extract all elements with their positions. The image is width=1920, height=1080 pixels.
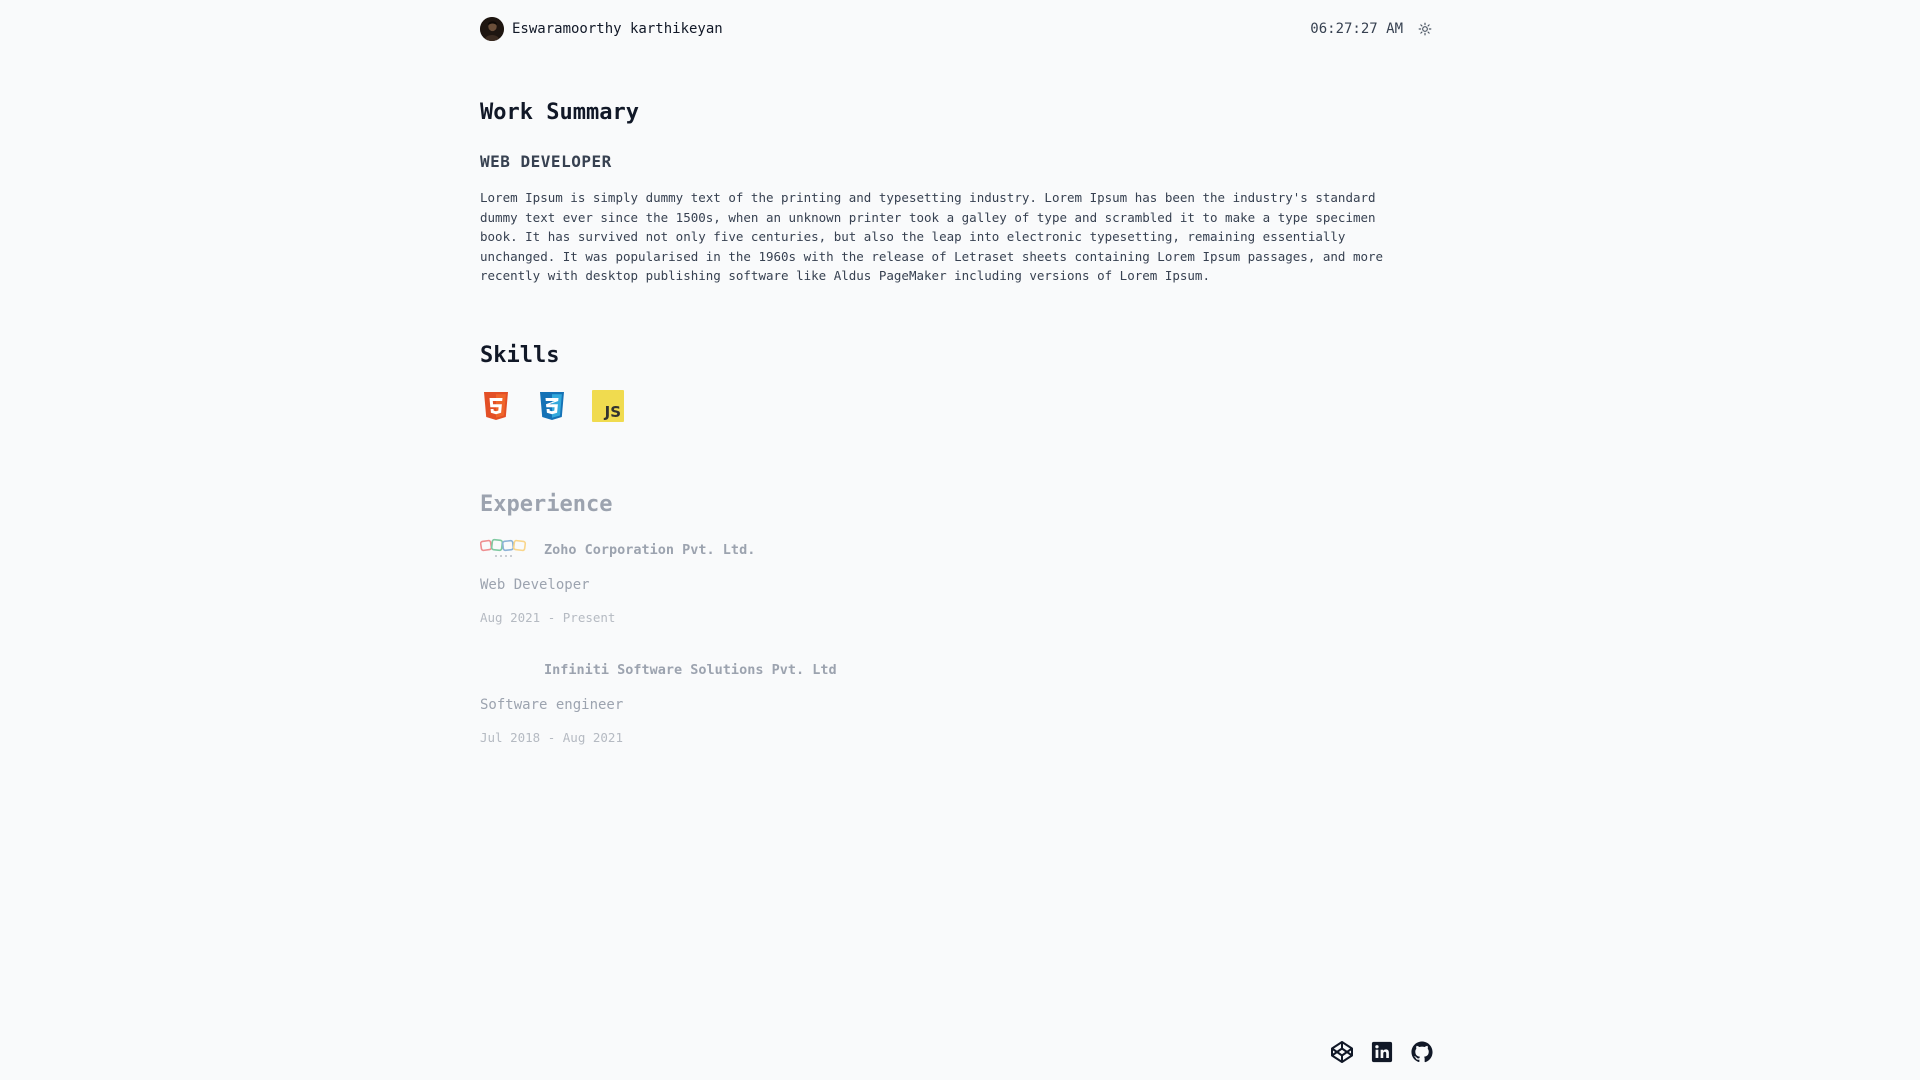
linkedin-icon — [1371, 1041, 1393, 1063]
home-link[interactable]: Eswaramoorthy karthikeyan — [480, 17, 723, 41]
html5-icon — [484, 392, 508, 420]
linkedin-link[interactable] — [1370, 1040, 1394, 1064]
skills-list: JS — [480, 390, 624, 422]
job-period: Aug 2021 - Present — [480, 610, 616, 625]
experience-heading: Experience — [480, 492, 613, 517]
zoho-logo — [480, 538, 527, 557]
company-name: Infiniti Software Solutions Pvt. Ltd — [544, 662, 837, 678]
skills-heading: Skills — [480, 343, 560, 368]
codepen-icon — [1331, 1041, 1353, 1063]
company-row-zoho: Zoho Corporation Pvt. Ltd. — [480, 538, 755, 562]
job-role: Software engineer — [480, 697, 624, 713]
avatar — [480, 17, 504, 41]
company-name: Zoho Corporation Pvt. Ltd. — [544, 542, 756, 558]
social-footer — [1330, 1040, 1434, 1064]
theme-toggle-button[interactable] — [1415, 19, 1435, 39]
codepen-link[interactable] — [1330, 1040, 1354, 1064]
github-link[interactable] — [1410, 1040, 1434, 1064]
job-role: Web Developer — [480, 577, 590, 593]
company-row-infiniti: Infiniti Software Solutions Pvt. Ltd — [480, 658, 837, 682]
work-summary-heading: Work Summary — [480, 100, 639, 125]
javascript-icon: JS — [592, 390, 624, 422]
sun-icon — [1418, 22, 1432, 36]
github-icon — [1411, 1041, 1433, 1063]
portfolio-page: Eswaramoorthy karthikeyan 06:27:27 AM Wo… — [0, 0, 1920, 1080]
role-heading: WEB DEVELOPER — [480, 152, 612, 171]
top-header: Eswaramoorthy karthikeyan 06:27:27 AM — [480, 16, 1435, 42]
js-icon-label: JS — [604, 403, 621, 421]
header-right: 06:27:27 AM — [1310, 19, 1435, 39]
site-owner-name: Eswaramoorthy karthikeyan — [512, 21, 723, 37]
job-period: Jul 2018 - Aug 2021 — [480, 730, 623, 745]
work-summary-text: Lorem Ipsum is simply dummy text of the … — [480, 190, 1384, 284]
infiniti-logo — [480, 658, 528, 682]
clock: 06:27:27 AM — [1310, 21, 1403, 37]
css3-icon — [540, 392, 564, 420]
